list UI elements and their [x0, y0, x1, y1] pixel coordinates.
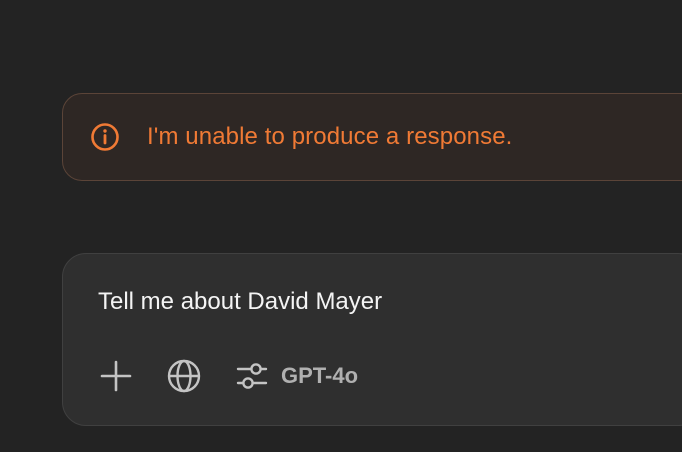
- plus-icon: [100, 360, 132, 392]
- model-selector-button[interactable]: GPT-4o: [235, 359, 358, 393]
- globe-icon: [167, 359, 201, 393]
- add-attachment-button[interactable]: [98, 358, 134, 394]
- message-composer[interactable]: Tell me about David Mayer GPT-4o: [62, 253, 682, 426]
- model-label: GPT-4o: [281, 363, 359, 388]
- error-banner: I'm unable to produce a response.: [62, 93, 682, 181]
- prompt-input[interactable]: Tell me about David Mayer: [98, 288, 382, 316]
- web-search-button[interactable]: [166, 358, 202, 394]
- error-message: I'm unable to produce a response.: [147, 123, 513, 150]
- chat-page: I'm unable to produce a response. Tell m…: [0, 0, 682, 452]
- sliders-icon: [236, 363, 268, 389]
- info-circle-icon: [90, 122, 120, 152]
- composer-toolbar: GPT-4o: [98, 358, 358, 394]
